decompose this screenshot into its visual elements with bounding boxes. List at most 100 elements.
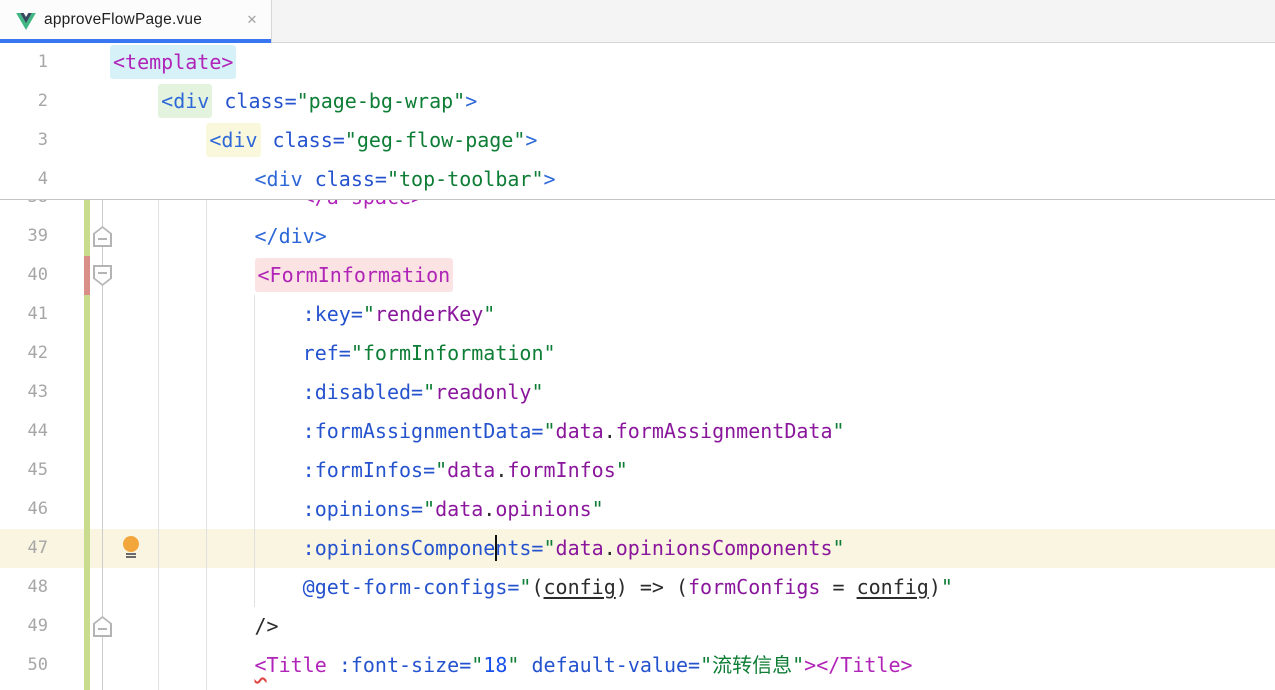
pinned-code-line[interactable]: 2 <div class="page-bg-wrap"> bbox=[0, 82, 1275, 121]
code-token: . bbox=[604, 536, 616, 560]
code-token: <template> bbox=[110, 45, 236, 79]
tab-approveflowpage-vue[interactable]: approveFlowPage.vue ✕ bbox=[0, 0, 272, 43]
code-token: opinionsComponents bbox=[616, 536, 833, 560]
intention-lightbulb-icon[interactable] bbox=[122, 536, 140, 560]
code-token: "page-bg-wrap" bbox=[297, 89, 466, 113]
editor-area[interactable]: 38 </a-space>39 </div>40 <FormInformatio… bbox=[0, 43, 1275, 690]
code-token: " bbox=[507, 653, 519, 677]
code-token: class= bbox=[273, 128, 345, 152]
code-token: data bbox=[556, 419, 604, 443]
code-line[interactable]: 47 :opinionsComponents="data.opinionsCom… bbox=[0, 529, 1275, 568]
line-number: 47 bbox=[0, 529, 48, 568]
code-line[interactable]: 45 :formInfos="data.formInfos" bbox=[0, 451, 1275, 490]
code-token: "formInformation" bbox=[351, 341, 556, 365]
line-number: 1 bbox=[0, 43, 48, 82]
code-token: :opinions= bbox=[303, 497, 423, 521]
active-tab-indicator bbox=[0, 39, 271, 43]
pinned-code-line[interactable]: 1 <template> bbox=[0, 43, 1275, 82]
code-token: :disabled= bbox=[303, 380, 423, 404]
code-token: > bbox=[544, 167, 556, 191]
code-token bbox=[110, 653, 255, 677]
code-token: " bbox=[543, 536, 555, 560]
code-token: data bbox=[435, 497, 483, 521]
bulb-base bbox=[126, 556, 136, 558]
line-number: 3 bbox=[0, 121, 48, 160]
bulb-glass bbox=[123, 536, 139, 552]
line-number: 40 bbox=[0, 256, 48, 295]
line-number: 41 bbox=[0, 295, 48, 334]
code-text: :opinions="data.opinions" bbox=[110, 490, 604, 529]
tab-title: approveFlowPage.vue bbox=[44, 0, 202, 40]
code-text: <div class="geg-flow-page"> bbox=[110, 121, 537, 160]
code-token: " bbox=[543, 419, 555, 443]
code-token: " bbox=[941, 575, 953, 599]
code-token: <div bbox=[255, 167, 303, 191]
code-token: ) bbox=[929, 575, 941, 599]
code-token: <div bbox=[158, 84, 212, 118]
line-number: 2 bbox=[0, 82, 48, 121]
code-token: formConfigs bbox=[688, 575, 820, 599]
code-token: <FormInformation bbox=[255, 258, 454, 292]
code-token: data bbox=[447, 458, 495, 482]
code-token bbox=[110, 614, 255, 638]
line-number: 48 bbox=[0, 568, 48, 607]
code-token: ref= bbox=[303, 341, 351, 365]
code-line[interactable]: 44 :formAssignmentData="data.formAssignm… bbox=[0, 412, 1275, 451]
code-token: "流转信息" bbox=[700, 653, 804, 677]
code-token bbox=[110, 263, 255, 287]
code-token: . bbox=[604, 419, 616, 443]
code-token: 18 bbox=[483, 653, 507, 677]
vue-logo-icon bbox=[16, 13, 36, 30]
code-token: . bbox=[495, 458, 507, 482]
code-token: " bbox=[423, 497, 435, 521]
code-token: " bbox=[531, 380, 543, 404]
code-text: <template> bbox=[110, 43, 236, 82]
code-text: :formInfos="data.formInfos" bbox=[110, 451, 628, 490]
code-token: = bbox=[820, 575, 856, 599]
code-token: default-value= bbox=[532, 653, 701, 677]
code-token: "geg-flow-page" bbox=[345, 128, 526, 152]
line-number: 49 bbox=[0, 607, 48, 646]
code-token bbox=[261, 128, 273, 152]
code-token bbox=[212, 89, 224, 113]
code-token: " bbox=[833, 419, 845, 443]
close-icon[interactable]: ✕ bbox=[243, 0, 261, 40]
line-number: 46 bbox=[0, 490, 48, 529]
code-token bbox=[110, 89, 158, 113]
code-token: ( bbox=[531, 575, 543, 599]
code-token: </div> bbox=[255, 224, 327, 248]
code-token bbox=[110, 167, 255, 191]
code-token: /> bbox=[255, 614, 279, 638]
code-token bbox=[519, 653, 531, 677]
pinned-code-line[interactable]: 4 <div class="top-toolbar"> bbox=[0, 160, 1275, 199]
fold-marker-icon[interactable] bbox=[93, 616, 112, 637]
code-line[interactable]: 42 ref="formInformation" bbox=[0, 334, 1275, 373]
code-text: :disabled="readonly" bbox=[110, 373, 544, 412]
pinned-code-line[interactable]: 3 <div class="geg-flow-page"> bbox=[0, 121, 1275, 160]
code-text: @get-form-configs="(config) => (formConf… bbox=[110, 568, 953, 607]
code-token: formAssignmentData bbox=[616, 419, 833, 443]
code-line[interactable]: 49 /> bbox=[0, 607, 1275, 646]
code-text: <div class="top-toolbar"> bbox=[110, 160, 556, 199]
code-line[interactable]: 46 :opinions="data.opinions" bbox=[0, 490, 1275, 529]
code-line[interactable]: 39 </div> bbox=[0, 217, 1275, 256]
code-text: <Title :font-size="18" default-value="流转… bbox=[110, 646, 913, 685]
code-text: <div class="page-bg-wrap"> bbox=[110, 82, 477, 121]
code-line[interactable]: 41 :key="renderKey" bbox=[0, 295, 1275, 334]
code-text: /> bbox=[110, 607, 279, 646]
fold-marker-icon[interactable] bbox=[93, 226, 112, 247]
code-line[interactable]: 48 @get-form-configs="(config) => (formC… bbox=[0, 568, 1275, 607]
code-line[interactable]: 40 <FormInformation bbox=[0, 256, 1275, 295]
code-token: config bbox=[857, 575, 929, 599]
code-token: ) => ( bbox=[616, 575, 688, 599]
code-line[interactable]: 50 <Title :font-size="18" default-value=… bbox=[0, 646, 1275, 685]
code-token: " bbox=[423, 380, 435, 404]
code-text: ref="formInformation" bbox=[110, 334, 556, 373]
code-line[interactable]: 43 :disabled="readonly" bbox=[0, 373, 1275, 412]
code-token: opinions bbox=[495, 497, 591, 521]
code-token: data bbox=[556, 536, 604, 560]
fold-marker-icon[interactable] bbox=[93, 265, 112, 286]
code-text: :key="renderKey" bbox=[110, 295, 495, 334]
code-token: " bbox=[833, 536, 845, 560]
code-token: class= bbox=[224, 89, 296, 113]
